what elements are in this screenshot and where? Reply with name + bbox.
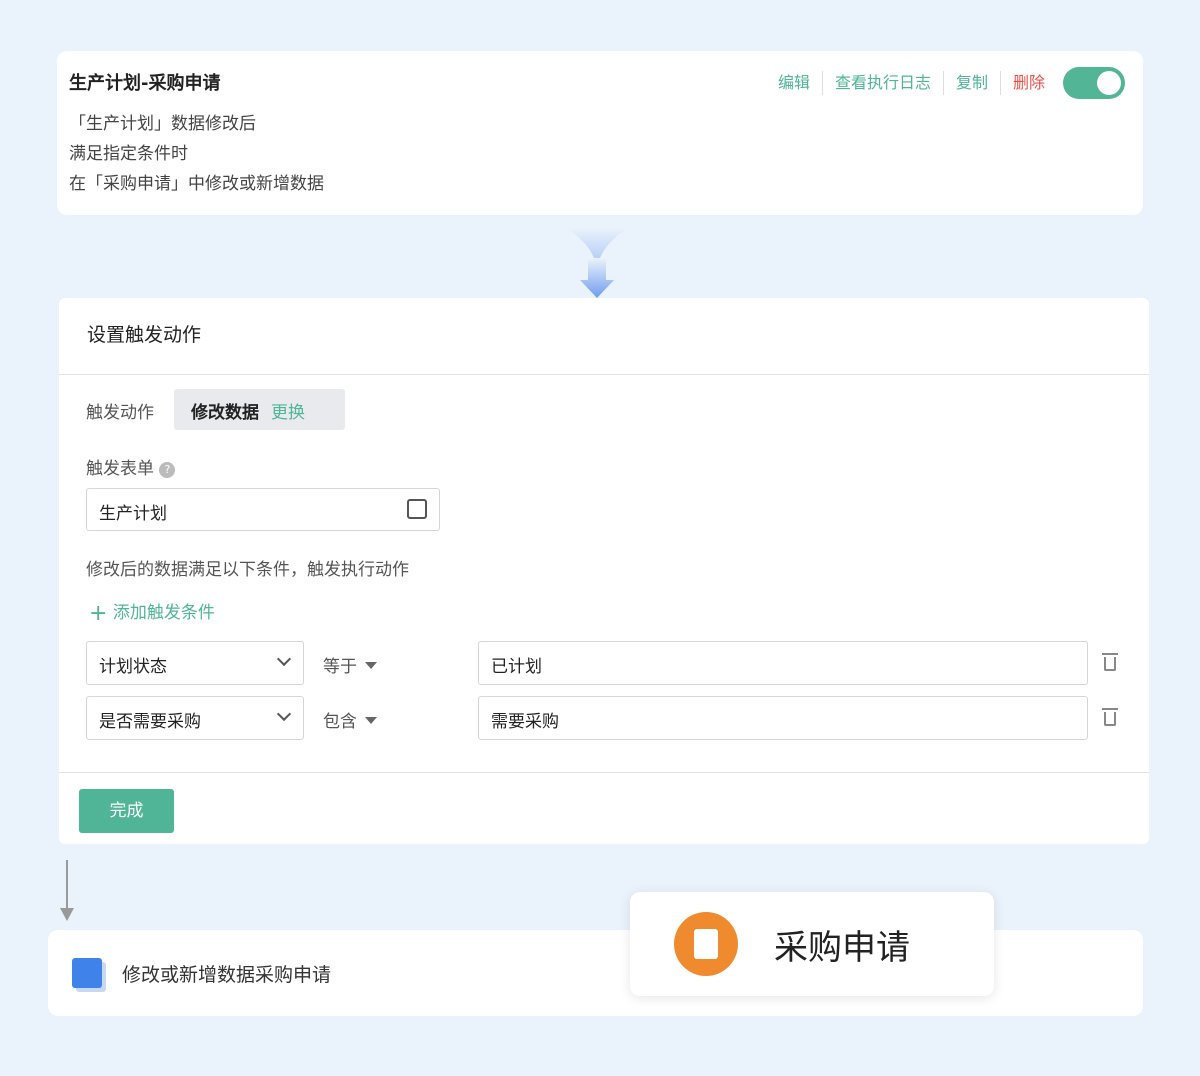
condition-field-select[interactable]: 计划状态	[86, 641, 304, 685]
chevron-down-icon	[276, 651, 292, 667]
chevron-down-icon	[276, 706, 292, 722]
down-arrow-head	[60, 908, 74, 928]
action-label: 触发动作	[86, 403, 154, 423]
delete-link[interactable]: 删除	[1001, 71, 1057, 95]
condition-value-input[interactable]: 需要采购	[478, 696, 1088, 740]
form-select[interactable]: 生产计划	[86, 488, 440, 531]
trash-icon[interactable]	[1102, 708, 1118, 726]
flow-arrow-icon	[566, 228, 628, 298]
action-chip: 修改数据 更换	[174, 389, 345, 430]
target-form-label: 采购申请	[774, 927, 910, 968]
condition-description: 修改后的数据满足以下条件，触发执行动作	[86, 560, 409, 580]
copy-link[interactable]: 复制	[944, 71, 1001, 95]
trash-icon[interactable]	[1102, 653, 1118, 671]
rule-line: 「生产计划」数据修改后	[69, 114, 256, 134]
change-action-link[interactable]: 更换	[271, 403, 305, 423]
done-button[interactable]: 完成	[79, 789, 174, 833]
step-label: 修改或新增数据采购申请	[122, 963, 332, 986]
down-arrow-icon	[66, 860, 68, 910]
enable-toggle[interactable]	[1063, 67, 1125, 99]
operator-dropdown[interactable]: 包含	[323, 707, 377, 732]
form-switch-icon[interactable]	[407, 499, 427, 519]
help-icon[interactable]: ?	[159, 462, 176, 478]
rule-card: 生产计划-采购申请 「生产计划」数据修改后 满足指定条件时 在「采购申请」中修改…	[57, 51, 1143, 215]
condition-field-select[interactable]: 是否需要采购	[86, 696, 304, 740]
panel-title: 设置触发动作	[59, 298, 1149, 375]
edit-data-icon	[72, 958, 102, 988]
rule-line: 满足指定条件时	[69, 144, 188, 164]
field-value: 计划状态	[99, 657, 167, 677]
rule-line: 在「采购申请」中修改或新增数据	[69, 174, 324, 194]
form-label-text: 触发表单	[86, 459, 154, 479]
document-icon	[674, 912, 738, 976]
add-condition-button[interactable]: + 添加触发条件	[89, 598, 215, 626]
action-value: 修改数据	[191, 403, 259, 423]
trigger-action-panel: 设置触发动作 触发动作 修改数据 更换 触发表单 ? 生产计划 修改后的数据满足以…	[59, 298, 1149, 844]
condition-value-input[interactable]: 已计划	[478, 641, 1088, 685]
divider	[59, 772, 1149, 773]
plus-icon: +	[89, 601, 108, 626]
field-value: 是否需要采购	[99, 712, 201, 732]
form-value: 生产计划	[99, 504, 167, 524]
target-form-badge: 采购申请	[630, 892, 994, 996]
operator-dropdown[interactable]: 等于	[323, 652, 377, 677]
view-log-link[interactable]: 查看执行日志	[823, 71, 944, 95]
edit-link[interactable]: 编辑	[766, 71, 823, 95]
form-label: 触发表单 ?	[86, 454, 176, 479]
add-condition-label: 添加触发条件	[112, 603, 215, 623]
